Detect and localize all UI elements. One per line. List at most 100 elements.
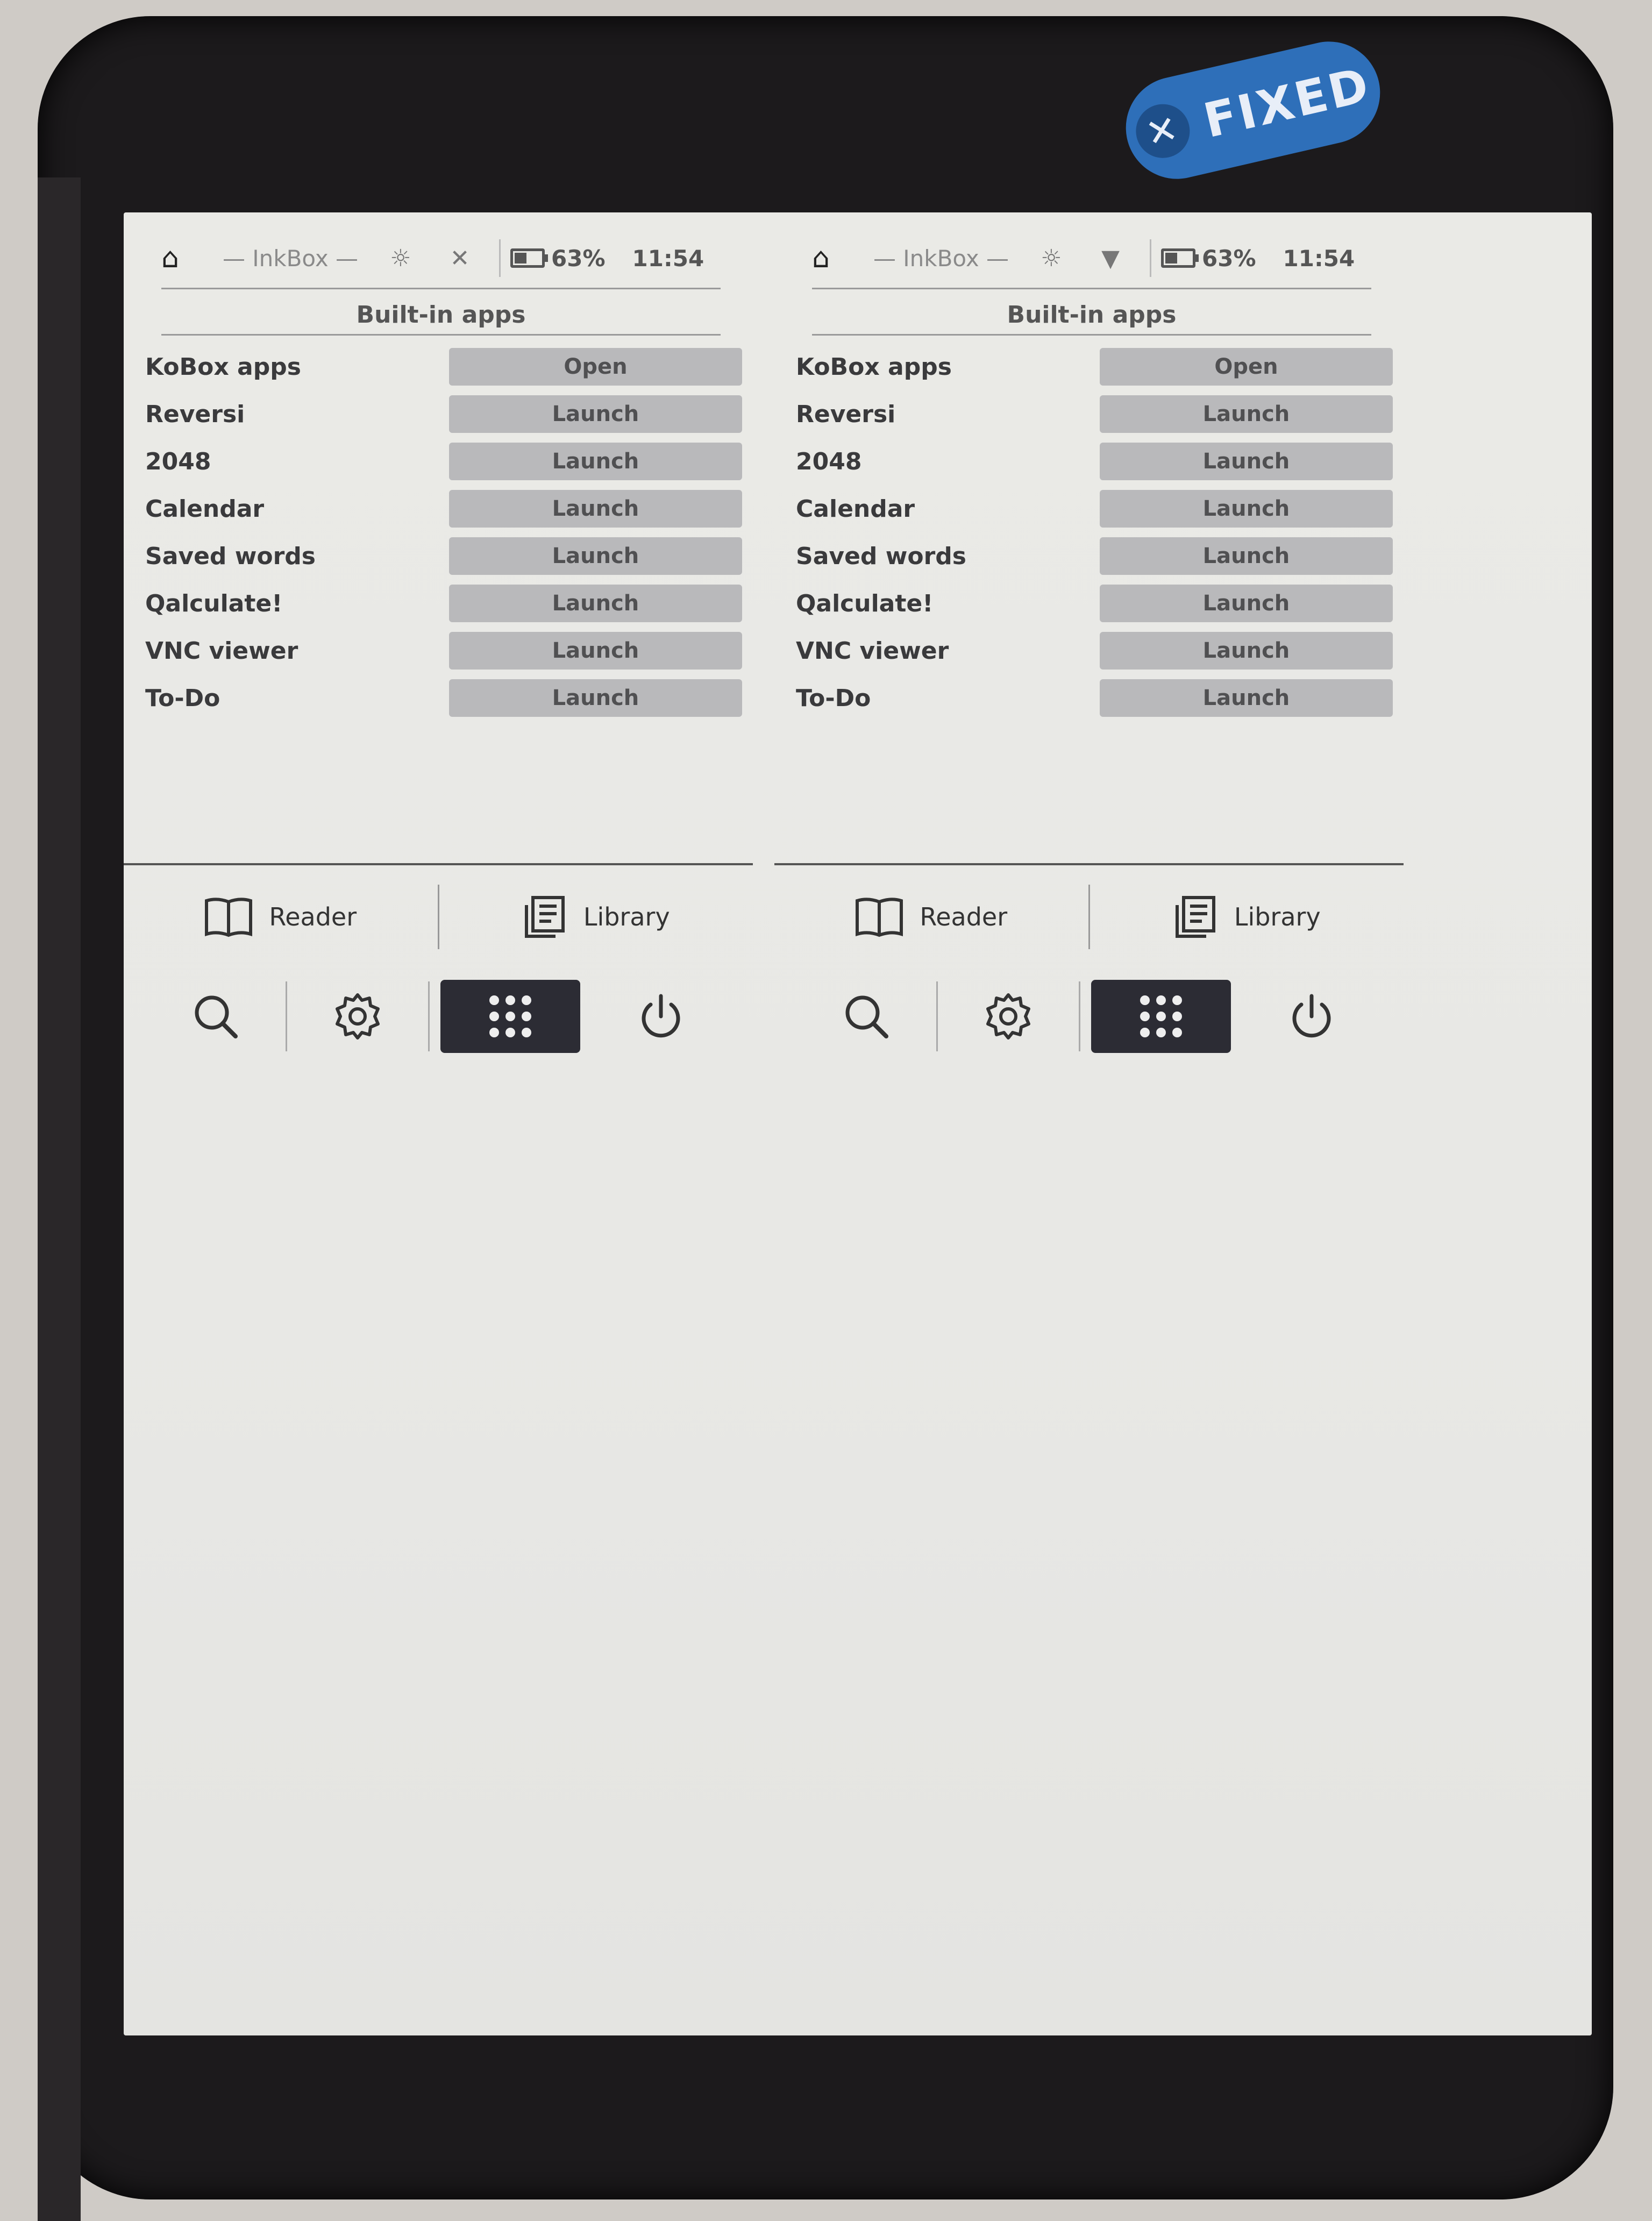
launch-button[interactable]: Launch <box>448 585 742 622</box>
book-icon <box>856 898 903 937</box>
list-item: KoBox apps Open <box>145 343 742 390</box>
app-name: Qalculate! <box>145 589 283 617</box>
power-button[interactable] <box>591 980 731 1053</box>
launch-button[interactable]: Launch <box>1099 679 1393 717</box>
battery-icon <box>510 248 548 268</box>
app-name: Reversi <box>796 400 896 428</box>
list-item: KoBox apps Open <box>796 343 1393 390</box>
wifi-icon[interactable]: ▼ <box>1081 245 1140 272</box>
library-button[interactable]: Library <box>439 879 753 955</box>
library-label: Library <box>1234 902 1321 931</box>
library-button[interactable]: Library <box>1090 879 1404 955</box>
apps-button[interactable] <box>440 980 580 1053</box>
reader-label: Reader <box>269 902 357 931</box>
settings-button[interactable] <box>938 980 1078 1053</box>
launch-button[interactable]: Launch <box>1099 537 1393 575</box>
status-divider <box>1150 239 1151 277</box>
settings-button[interactable] <box>287 980 428 1053</box>
battery-indicator: 63% <box>510 245 606 272</box>
app-list: KoBox apps Open Reversi Launch 2048 Laun… <box>796 343 1393 722</box>
search-icon <box>195 995 238 1038</box>
power-button[interactable] <box>1242 980 1382 1053</box>
list-item: Calendar Launch <box>796 485 1393 532</box>
device-bezel-edge <box>38 177 81 2221</box>
app-name: Saved words <box>796 542 966 570</box>
list-item: To-Do Launch <box>796 674 1393 722</box>
app-name: Reversi <box>145 400 245 428</box>
launch-button[interactable]: Launch <box>448 395 742 433</box>
list-item: 2048 Launch <box>145 438 742 485</box>
app-name: KoBox apps <box>796 353 952 381</box>
library-icon <box>1175 896 1215 938</box>
launch-button[interactable]: Launch <box>1099 585 1393 622</box>
toolbar-divider <box>428 981 430 1051</box>
launch-button[interactable]: Launch <box>1099 395 1393 433</box>
launch-button[interactable]: Launch <box>1099 490 1393 528</box>
main-nav: Reader Library <box>124 879 753 955</box>
app-name: To-Do <box>145 684 220 712</box>
wifi-off-icon[interactable]: ✕ <box>430 245 489 272</box>
brightness-icon[interactable]: ☼ <box>1022 245 1081 272</box>
search-button[interactable] <box>145 980 286 1053</box>
gear-icon <box>986 993 1030 1040</box>
app-name: VNC viewer <box>796 637 949 665</box>
launch-button[interactable]: Launch <box>448 632 742 670</box>
home-icon[interactable]: ⌂ <box>161 242 210 274</box>
close-icon: ✕ <box>1130 98 1195 163</box>
launch-button[interactable]: Launch <box>1099 443 1393 480</box>
library-icon <box>524 896 565 938</box>
launch-button[interactable]: Launch <box>448 679 742 717</box>
app-name: 2048 <box>796 447 862 475</box>
reader-label: Reader <box>920 902 1008 931</box>
open-button[interactable]: Open <box>448 348 742 386</box>
section-title: Built-in apps <box>812 289 1371 336</box>
battery-indicator: 63% <box>1161 245 1256 272</box>
app-title: — InkBox — <box>873 245 1009 272</box>
toolbar <box>796 976 1382 1057</box>
pane-before: ⌂ — InkBox — ☼ ✕ 63% 11:54 Built-in apps… <box>124 229 753 1100</box>
battery-percent: 63% <box>551 245 606 272</box>
reader-button[interactable]: Reader <box>774 879 1088 955</box>
apps-button[interactable] <box>1091 980 1231 1053</box>
section-title: Built-in apps <box>161 289 721 336</box>
app-name: Saved words <box>145 542 316 570</box>
app-list: KoBox apps Open Reversi Launch 2048 Laun… <box>145 343 742 722</box>
launch-button[interactable]: Launch <box>448 537 742 575</box>
status-divider <box>499 239 501 277</box>
launch-button[interactable]: Launch <box>448 443 742 480</box>
book-icon <box>205 898 253 937</box>
list-item: VNC viewer Launch <box>145 627 742 674</box>
app-name: Qalculate! <box>796 589 934 617</box>
launch-button[interactable]: Launch <box>1099 632 1393 670</box>
pane-after: ⌂ — InkBox — ☼ ▼ 63% 11:54 Built-in apps… <box>774 229 1404 1100</box>
list-item: Saved words Launch <box>145 532 742 580</box>
list-item: To-Do Launch <box>145 674 742 722</box>
open-button[interactable]: Open <box>1099 348 1393 386</box>
launch-button[interactable]: Launch <box>448 490 742 528</box>
list-item: 2048 Launch <box>796 438 1393 485</box>
reader-button[interactable]: Reader <box>124 879 438 955</box>
gear-icon <box>335 993 380 1040</box>
list-item: Qalculate! Launch <box>796 580 1393 627</box>
home-icon[interactable]: ⌂ <box>812 242 860 274</box>
list-item: VNC viewer Launch <box>796 627 1393 674</box>
power-icon <box>642 994 680 1038</box>
main-nav: Reader Library <box>774 879 1404 955</box>
app-title: — InkBox — <box>222 245 359 272</box>
clock: 11:54 <box>632 245 704 272</box>
app-name: To-Do <box>796 684 871 712</box>
toolbar-divider <box>1078 981 1080 1051</box>
apps-grid-icon <box>489 995 531 1037</box>
search-button[interactable] <box>796 980 936 1053</box>
list-item: Calendar Launch <box>145 485 742 532</box>
apps-grid-icon <box>1140 995 1182 1037</box>
bottom-divider <box>124 863 753 865</box>
status-bar: ⌂ — InkBox — ☼ ▼ 63% 11:54 <box>812 229 1371 289</box>
list-item: Reversi Launch <box>796 390 1393 438</box>
list-item: Reversi Launch <box>145 390 742 438</box>
toolbar <box>145 976 731 1057</box>
screen: ⌂ — InkBox — ☼ ✕ 63% 11:54 Built-in apps… <box>124 212 1592 2035</box>
search-icon <box>845 995 888 1038</box>
list-item: Saved words Launch <box>796 532 1393 580</box>
brightness-icon[interactable]: ☼ <box>371 245 430 272</box>
